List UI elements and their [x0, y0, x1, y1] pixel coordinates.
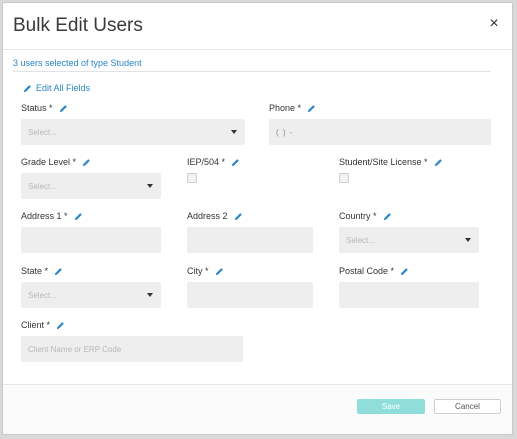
- city-label-text: City *: [187, 266, 209, 276]
- address1-input[interactable]: [21, 227, 161, 253]
- student-site-license-label: Student/Site License *: [339, 157, 443, 167]
- iep-504-checkbox[interactable]: [187, 173, 197, 183]
- caret-down-icon: [465, 238, 471, 242]
- student-site-license-label-text: Student/Site License *: [339, 157, 428, 167]
- grade-level-select[interactable]: Select...: [21, 173, 161, 199]
- state-placeholder: Select...: [28, 290, 57, 300]
- caret-down-icon: [147, 184, 153, 188]
- edit-all-fields-label: Edit All Fields: [36, 83, 91, 93]
- selection-summary: 3 users selected of type Student: [13, 58, 142, 68]
- address1-label-text: Address 1 *: [21, 211, 68, 221]
- pencil-icon[interactable]: [400, 267, 409, 276]
- status-label: Status *: [21, 103, 68, 113]
- bulk-edit-modal: Bulk Edit Users × 3 users selected of ty…: [2, 2, 513, 435]
- city-input[interactable]: [187, 282, 313, 308]
- iep-504-label: IEP/504 *: [187, 157, 240, 167]
- phone-label-text: Phone *: [269, 103, 302, 113]
- phone-input[interactable]: ( ) -: [269, 119, 491, 145]
- caret-down-icon: [147, 293, 153, 297]
- modal-footer: Save Cancel: [3, 384, 512, 434]
- pencil-icon[interactable]: [59, 104, 68, 113]
- edit-all-fields-link[interactable]: Edit All Fields: [23, 83, 90, 93]
- country-select[interactable]: Select...: [339, 227, 479, 253]
- cancel-button[interactable]: Cancel: [434, 399, 501, 414]
- modal-title: Bulk Edit Users: [13, 15, 143, 36]
- pencil-icon[interactable]: [215, 267, 224, 276]
- pencil-icon[interactable]: [231, 158, 240, 167]
- caret-down-icon: [231, 130, 237, 134]
- pencil-icon[interactable]: [82, 158, 91, 167]
- student-site-license-checkbox[interactable]: [339, 173, 349, 183]
- client-label: Client *: [21, 320, 65, 330]
- pencil-icon: [23, 84, 31, 92]
- pencil-icon[interactable]: [234, 212, 243, 221]
- client-input[interactable]: Client Name or ERP Code: [21, 336, 243, 362]
- address1-label: Address 1 *: [21, 211, 83, 221]
- modal-header: Bulk Edit Users ×: [3, 3, 512, 50]
- close-icon[interactable]: ×: [486, 16, 502, 32]
- postal-code-input[interactable]: [339, 282, 479, 308]
- grade-level-label-text: Grade Level *: [21, 157, 77, 167]
- state-label-text: State *: [21, 266, 49, 276]
- pencil-icon[interactable]: [383, 212, 392, 221]
- divider: [13, 71, 491, 72]
- pencil-icon[interactable]: [54, 267, 63, 276]
- country-placeholder: Select...: [346, 235, 375, 245]
- address2-label-text: Address 2: [187, 211, 228, 221]
- status-select[interactable]: Select...: [21, 119, 245, 145]
- status-placeholder: Select...: [28, 127, 57, 137]
- pencil-icon[interactable]: [74, 212, 83, 221]
- client-label-text: Client *: [21, 320, 51, 330]
- state-select[interactable]: Select...: [21, 282, 161, 308]
- address2-label: Address 2: [187, 211, 243, 221]
- grade-level-placeholder: Select...: [28, 181, 57, 191]
- save-button[interactable]: Save: [357, 399, 425, 414]
- phone-label: Phone *: [269, 103, 316, 113]
- address2-input[interactable]: [187, 227, 313, 253]
- client-placeholder: Client Name or ERP Code: [28, 344, 122, 354]
- pencil-icon[interactable]: [434, 158, 443, 167]
- pencil-icon[interactable]: [307, 104, 316, 113]
- pencil-icon[interactable]: [56, 321, 65, 330]
- country-label: Country *: [339, 211, 392, 221]
- postal-code-label: Postal Code *: [339, 266, 409, 276]
- city-label: City *: [187, 266, 224, 276]
- status-label-text: Status *: [21, 103, 53, 113]
- iep-504-label-text: IEP/504 *: [187, 157, 226, 167]
- country-label-text: Country *: [339, 211, 377, 221]
- phone-value: ( ) -: [276, 127, 294, 137]
- state-label: State *: [21, 266, 63, 276]
- postal-code-label-text: Postal Code *: [339, 266, 395, 276]
- grade-level-label: Grade Level *: [21, 157, 91, 167]
